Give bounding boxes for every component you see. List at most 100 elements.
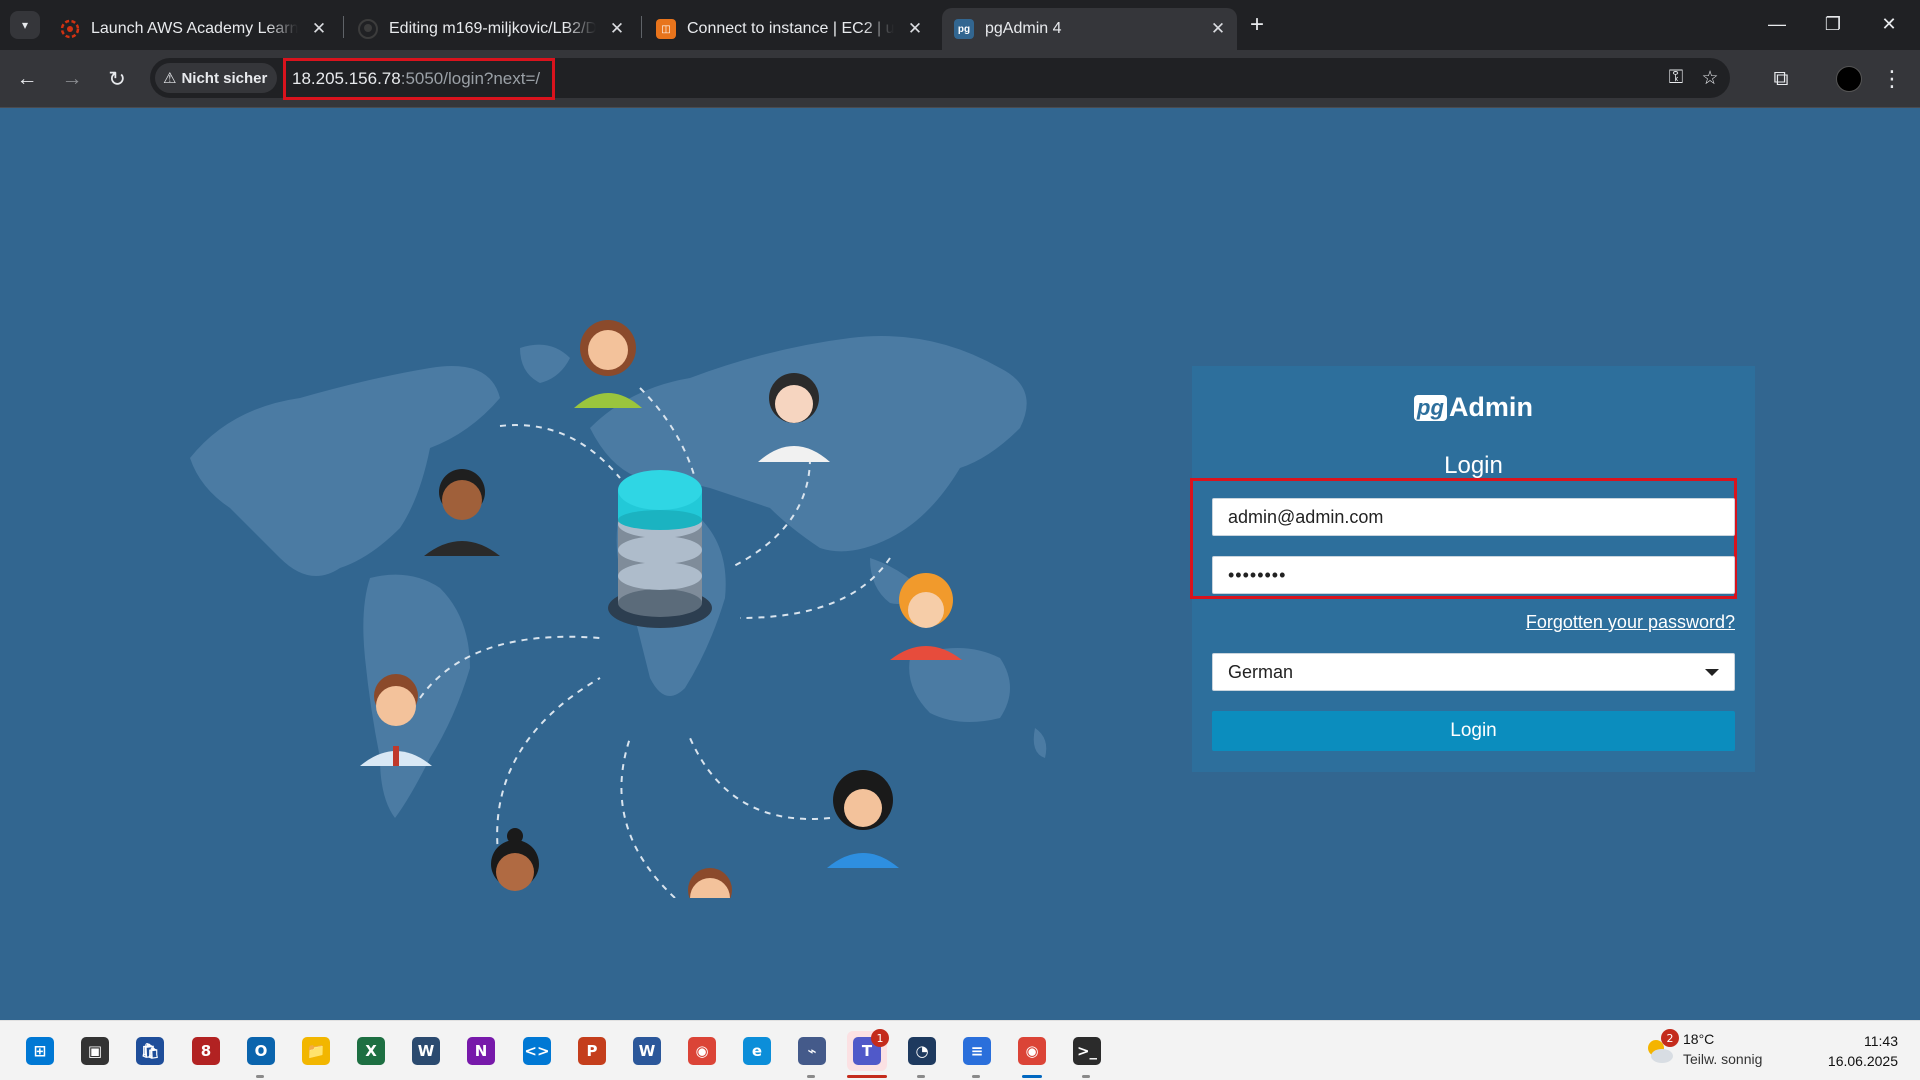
- close-icon[interactable]: ✕: [606, 18, 628, 40]
- taskbar-button-app-8[interactable]: 8: [186, 1031, 226, 1071]
- running-indicator: [807, 1075, 815, 1078]
- language-select[interactable]: German: [1212, 653, 1735, 691]
- aws-academy-icon: [60, 19, 80, 39]
- app-8-icon: 8: [192, 1037, 220, 1065]
- pgadmin-login-page: pg Admin Login admin@admin.com •••••••• F…: [0, 108, 1920, 1020]
- tab-strip: ▾ Launch AWS Academy Learner Lab ✕ Editi…: [0, 0, 1920, 50]
- pgadmin-icon: pg: [954, 19, 974, 39]
- taskbar-button-excel[interactable]: X: [351, 1031, 391, 1071]
- close-icon[interactable]: ✕: [904, 18, 926, 40]
- taskbar-button-microsoft-store[interactable]: 🛍: [130, 1031, 170, 1071]
- tab-title: Launch AWS Academy Learner Lab: [91, 20, 298, 37]
- warning-icon: ⚠: [163, 70, 177, 87]
- taskbar-button-edge[interactable]: e: [737, 1031, 777, 1071]
- minimize-icon[interactable]: —: [1754, 8, 1800, 40]
- security-chip[interactable]: ⚠ Nicht sicher: [155, 63, 278, 93]
- taskbar-button-notepad[interactable]: ≡: [957, 1031, 997, 1078]
- microsoft-store-icon: 🛍: [136, 1037, 164, 1065]
- powerpoint-icon: P: [578, 1037, 606, 1065]
- chevron-down-icon: ▾: [21, 18, 29, 32]
- tab-ec2-connect[interactable]: ◫ Connect to instance | EC2 | us-east-1 …: [644, 8, 934, 50]
- password-field[interactable]: ••••••••: [1212, 556, 1735, 594]
- tab-separator: [641, 16, 642, 38]
- restore-icon[interactable]: ❐: [1810, 8, 1856, 40]
- taskbar-button-file-explorer[interactable]: 📁: [296, 1031, 336, 1071]
- taskbar-button-powerpoint[interactable]: P: [572, 1031, 612, 1071]
- weather-widget[interactable]: 2 18°C Teilw. sonnig: [1643, 1029, 1793, 1073]
- close-icon[interactable]: ✕: [308, 18, 330, 40]
- url-path: :5050/login?next=/: [400, 69, 541, 88]
- chrome-active-icon: ◉: [1018, 1037, 1046, 1065]
- database-icon: [608, 470, 712, 628]
- weather-temp: 18°C: [1683, 1031, 1715, 1047]
- taskbar-button-terminal[interactable]: >_: [1067, 1031, 1107, 1078]
- excel-icon: X: [357, 1037, 385, 1065]
- chrome-icon: ◉: [688, 1037, 716, 1065]
- tab-pgadmin[interactable]: pg pgAdmin 4 ✕: [942, 8, 1237, 50]
- new-tab-icon[interactable]: +: [1244, 13, 1270, 39]
- tab-separator: [343, 16, 344, 38]
- vscode-icon: <>: [523, 1037, 551, 1065]
- browser-toolbar: ← → ↻ ⚠ Nicht sicher 18.205.156.78:5050/…: [0, 50, 1920, 108]
- taskbar-button-clock-app[interactable]: ◔: [902, 1031, 942, 1078]
- star-icon[interactable]: ☆: [1696, 64, 1724, 92]
- login-button[interactable]: Login: [1212, 711, 1735, 751]
- world-map-illustration: [190, 320, 1047, 898]
- forgot-password-link[interactable]: Forgotten your password?: [1526, 612, 1735, 633]
- tab-title: Connect to instance | EC2 | us-east-1: [687, 20, 894, 37]
- running-indicator: [972, 1075, 980, 1078]
- running-indicator: [1022, 1075, 1042, 1078]
- reload-icon[interactable]: ↻: [102, 64, 132, 94]
- tab-title: Editing m169-miljkovic/LB2/Docker: [389, 20, 596, 37]
- edge-icon: e: [743, 1037, 771, 1065]
- extensions-icon[interactable]: ⧉: [1766, 64, 1796, 94]
- email-field[interactable]: admin@admin.com: [1212, 498, 1735, 536]
- security-label: Nicht sicher: [181, 69, 268, 87]
- menu-icon[interactable]: ⋮: [1880, 64, 1904, 94]
- word-icon: W: [633, 1037, 661, 1065]
- taskbar-button-outlook[interactable]: O: [241, 1031, 281, 1078]
- taskbar-button-vscode[interactable]: <>: [517, 1031, 557, 1071]
- taskbar-button-task-view[interactable]: ▣: [75, 1031, 115, 1071]
- profile-avatar[interactable]: [1836, 66, 1862, 92]
- logo-pg: pg: [1414, 394, 1447, 421]
- system-clock[interactable]: 11:43 16.06.2025: [1828, 1031, 1898, 1071]
- tab-aws-academy[interactable]: Launch AWS Academy Learner Lab ✕: [48, 8, 338, 50]
- taskbar-button-start[interactable]: ⊞: [20, 1031, 60, 1071]
- url-host: 18.205.156.78: [292, 69, 401, 88]
- clock-time: 11:43: [1864, 1033, 1898, 1049]
- clock-date: 16.06.2025: [1827, 1053, 1898, 1069]
- login-title: Login: [1444, 452, 1503, 479]
- key-icon[interactable]: ⚿: [1662, 64, 1690, 92]
- start-icon: ⊞: [26, 1037, 54, 1065]
- running-indicator: [1082, 1075, 1090, 1078]
- login-card: pg Admin Login admin@admin.com •••••••• F…: [1190, 366, 1755, 772]
- back-icon[interactable]: ←: [12, 64, 42, 94]
- taskbar-button-word[interactable]: W: [627, 1031, 667, 1071]
- mysql-workbench-icon: W: [412, 1037, 440, 1065]
- caret-down-icon: [1705, 668, 1719, 676]
- file-explorer-icon: 📁: [302, 1037, 330, 1065]
- taskbar-button-onenote[interactable]: N: [461, 1031, 501, 1071]
- tab-search-button[interactable]: ▾: [10, 11, 40, 39]
- tab-title: pgAdmin 4: [985, 20, 1062, 37]
- url-text[interactable]: 18.205.156.78:5050/login?next=/: [283, 58, 555, 100]
- task-view-icon: ▣: [81, 1037, 109, 1065]
- notification-badge: 1: [871, 1029, 889, 1047]
- address-bar[interactable]: ⚠ Nicht sicher 18.205.156.78:5050/login?…: [150, 58, 1730, 100]
- taskbar-button-mysql-workbench[interactable]: W: [406, 1031, 446, 1071]
- forward-icon[interactable]: →: [57, 64, 87, 94]
- running-indicator: [256, 1075, 264, 1078]
- tab-github[interactable]: Editing m169-miljkovic/LB2/Docker ✕: [346, 8, 636, 50]
- taskbar-button-chrome-active[interactable]: ◉: [1012, 1031, 1052, 1078]
- taskbar-button-teams[interactable]: T1: [847, 1029, 889, 1078]
- weather-desc: Teilw. sonnig: [1683, 1051, 1763, 1067]
- language-selected: German: [1228, 661, 1294, 682]
- onenote-icon: N: [467, 1037, 495, 1065]
- taskbar-button-chrome[interactable]: ◉: [682, 1031, 722, 1071]
- close-icon[interactable]: ✕: [1207, 18, 1229, 40]
- notepad-icon: ≡: [963, 1037, 991, 1065]
- window-close-icon[interactable]: ✕: [1866, 8, 1912, 40]
- taskbar-button-network-tool[interactable]: ⌁: [792, 1031, 832, 1078]
- outlook-icon: O: [247, 1037, 275, 1065]
